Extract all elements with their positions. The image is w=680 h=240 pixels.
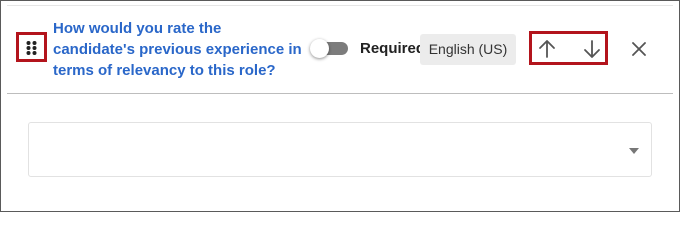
question-text[interactable]: How would you rate the candidate's previ… — [53, 18, 303, 81]
card-top-edge — [7, 5, 673, 6]
answer-select[interactable] — [28, 122, 652, 177]
close-icon — [632, 42, 646, 56]
drag-handle-icon — [26, 41, 37, 55]
remove-question-button[interactable] — [629, 39, 649, 59]
toggle-knob — [310, 39, 329, 58]
required-toggle[interactable] — [310, 39, 348, 58]
reorder-controls — [529, 31, 608, 65]
caret-down-icon — [629, 148, 639, 154]
language-badge[interactable]: English (US) — [420, 34, 516, 65]
arrow-down-icon — [584, 40, 600, 58]
required-label: Required — [360, 40, 426, 57]
section-divider — [7, 93, 673, 94]
move-up-button[interactable] — [535, 38, 559, 60]
arrow-up-icon — [539, 40, 555, 58]
drag-handle[interactable] — [16, 32, 47, 62]
question-card: How would you rate the candidate's previ… — [0, 0, 680, 212]
move-down-button[interactable] — [580, 38, 604, 60]
